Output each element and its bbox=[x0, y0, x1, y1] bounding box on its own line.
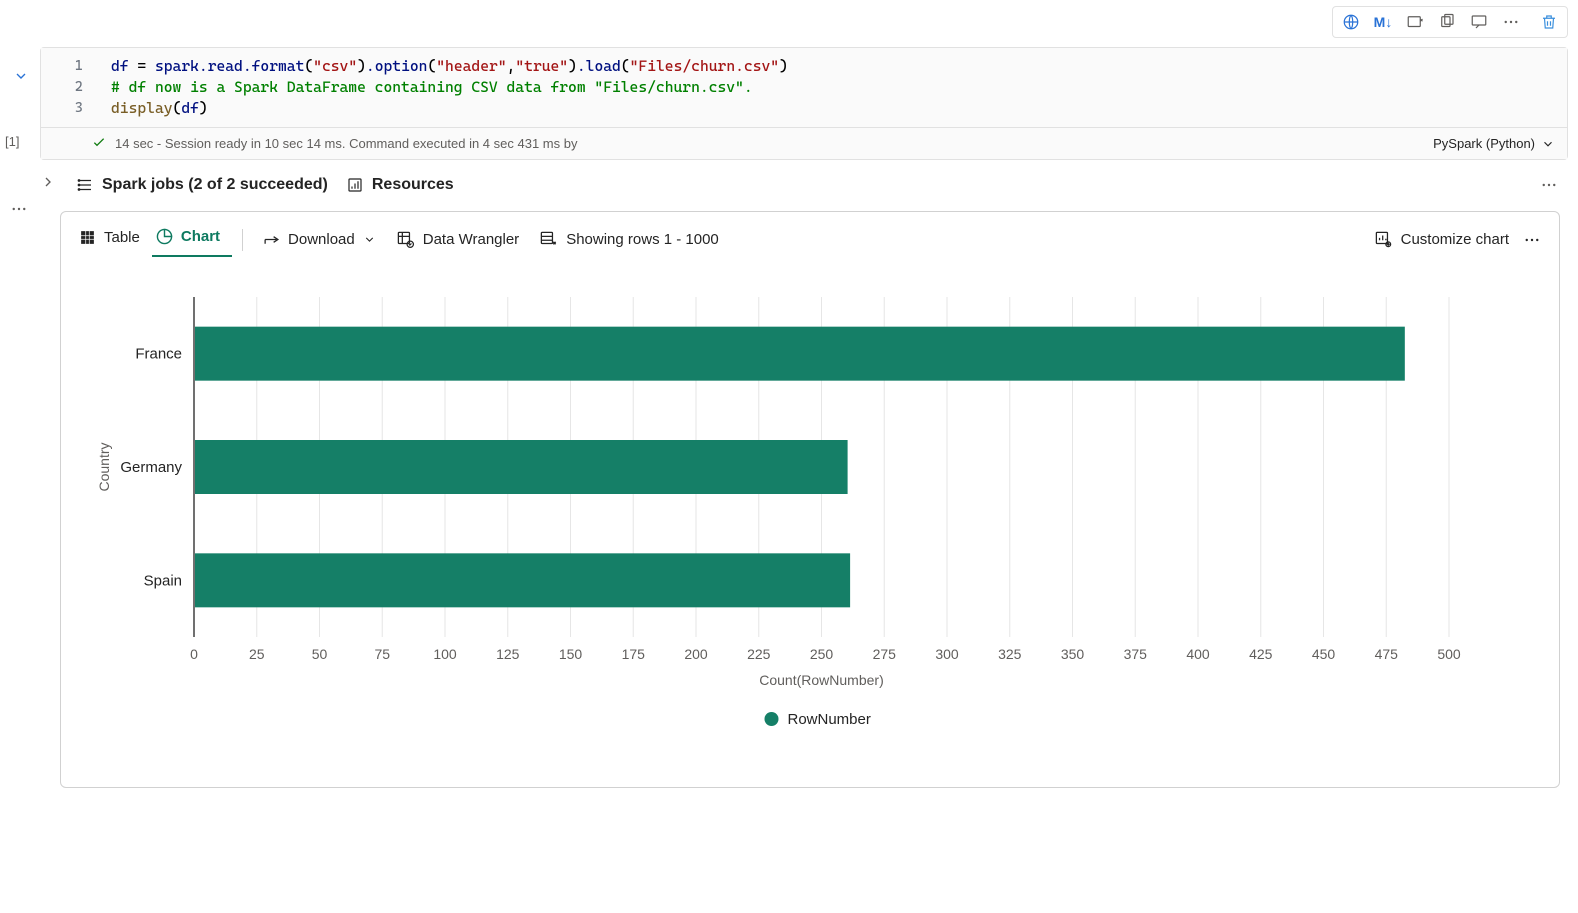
download-label: Download bbox=[288, 231, 355, 248]
tab-table-label: Table bbox=[104, 229, 140, 246]
cell-action-bar: M↓ bbox=[1332, 6, 1568, 38]
data-wrangler-icon bbox=[396, 230, 415, 249]
svg-text:300: 300 bbox=[935, 646, 959, 662]
svg-text:450: 450 bbox=[1312, 646, 1336, 662]
svg-text:275: 275 bbox=[873, 646, 897, 662]
ai-assist-icon[interactable] bbox=[1337, 9, 1365, 35]
collapse-cell-chevron[interactable] bbox=[13, 68, 29, 87]
output-toolbar: Table Chart Download Data Wrangler Showi… bbox=[61, 212, 1559, 257]
success-check-icon bbox=[91, 134, 107, 153]
table-icon bbox=[79, 229, 96, 246]
customize-chart-button[interactable]: Customize chart bbox=[1364, 224, 1519, 255]
data-wrangler-label: Data Wrangler bbox=[423, 231, 519, 248]
bar-chart-svg: 0 25 50 75 100 125 150 175 200 225 250 275 300 325 350… bbox=[89, 287, 1469, 747]
status-text: 14 sec - Session ready in 10 sec 14 ms. … bbox=[115, 136, 577, 151]
svg-text:500: 500 bbox=[1437, 646, 1461, 662]
svg-text:475: 475 bbox=[1375, 646, 1399, 662]
svg-text:400: 400 bbox=[1186, 646, 1210, 662]
cell-exec-number: [1] bbox=[5, 134, 19, 149]
svg-text:125: 125 bbox=[496, 646, 520, 662]
add-comment-icon[interactable] bbox=[1465, 9, 1493, 35]
data-wrangler-button[interactable]: Data Wrangler bbox=[386, 224, 529, 255]
showing-rows-label: Showing rows 1 - 1000 bbox=[566, 231, 719, 248]
spark-jobs-label: Spark jobs (2 of 2 succeeded) bbox=[102, 176, 328, 194]
svg-text:0: 0 bbox=[190, 646, 198, 662]
tab-chart-label: Chart bbox=[181, 228, 220, 245]
svg-text:50: 50 bbox=[312, 646, 328, 662]
svg-text:425: 425 bbox=[1249, 646, 1273, 662]
language-picker[interactable]: PySpark (Python) bbox=[1433, 136, 1555, 151]
copy-cell-icon[interactable] bbox=[1433, 9, 1461, 35]
chart-area: 0 25 50 75 100 125 150 175 200 225 250 275 300 325 350… bbox=[89, 287, 1531, 747]
expand-jobs-chevron[interactable] bbox=[40, 174, 58, 195]
notebook-left-more-icon[interactable] bbox=[10, 200, 28, 223]
svg-text:25: 25 bbox=[249, 646, 265, 662]
cell-more-icon[interactable] bbox=[1497, 9, 1525, 35]
output-panel: Table Chart Download Data Wrangler Showi… bbox=[60, 211, 1560, 788]
showing-rows-indicator[interactable]: Showing rows 1 - 1000 bbox=[529, 224, 729, 255]
svg-text:Country: Country bbox=[96, 442, 112, 491]
svg-text:Spain: Spain bbox=[144, 572, 182, 589]
delete-cell-button[interactable] bbox=[1535, 9, 1563, 35]
output-row-more-icon[interactable] bbox=[1540, 176, 1558, 199]
svg-text:Count(RowNumber): Count(RowNumber) bbox=[759, 672, 883, 688]
cell-status-bar: [1] 14 sec - Session ready in 10 sec 14 … bbox=[41, 127, 1567, 159]
spark-jobs-button[interactable]: Spark jobs (2 of 2 succeeded) bbox=[76, 176, 328, 194]
code-cell: 123 df = spark.read.format("csv").option… bbox=[40, 47, 1568, 160]
download-button[interactable]: Download bbox=[253, 225, 386, 254]
download-icon bbox=[263, 231, 280, 248]
tab-table[interactable]: Table bbox=[75, 223, 152, 256]
code-editor[interactable]: 123 df = spark.read.format("csv").option… bbox=[41, 48, 1567, 127]
svg-text:150: 150 bbox=[559, 646, 583, 662]
customize-chart-label: Customize chart bbox=[1401, 231, 1509, 248]
spark-jobs-icon bbox=[76, 176, 94, 194]
output-more-icon[interactable] bbox=[1519, 225, 1545, 255]
resources-label: Resources bbox=[372, 176, 454, 194]
svg-text:250: 250 bbox=[810, 646, 834, 662]
svg-text:75: 75 bbox=[374, 646, 390, 662]
svg-text:200: 200 bbox=[684, 646, 708, 662]
svg-text:RowNumber: RowNumber bbox=[788, 711, 871, 728]
svg-text:325: 325 bbox=[998, 646, 1022, 662]
tab-chart[interactable]: Chart bbox=[152, 222, 232, 257]
resources-button[interactable]: Resources bbox=[346, 176, 454, 194]
rows-icon bbox=[539, 230, 558, 249]
output-metadata-row: Spark jobs (2 of 2 succeeded) Resources bbox=[40, 174, 1558, 195]
chart-icon bbox=[156, 228, 173, 245]
markdown-toggle-button[interactable]: M↓ bbox=[1369, 9, 1397, 35]
svg-text:France: France bbox=[135, 346, 182, 363]
svg-text:225: 225 bbox=[747, 646, 771, 662]
svg-text:100: 100 bbox=[433, 646, 457, 662]
customize-icon bbox=[1374, 230, 1393, 249]
svg-text:350: 350 bbox=[1061, 646, 1085, 662]
svg-text:175: 175 bbox=[622, 646, 646, 662]
chevron-down-icon bbox=[363, 233, 376, 246]
resources-icon bbox=[346, 176, 364, 194]
clear-output-icon[interactable] bbox=[1401, 9, 1429, 35]
svg-text:375: 375 bbox=[1124, 646, 1148, 662]
line-number-gutter: 123 bbox=[41, 56, 101, 119]
divider bbox=[242, 229, 243, 251]
svg-text:Germany: Germany bbox=[120, 459, 182, 476]
